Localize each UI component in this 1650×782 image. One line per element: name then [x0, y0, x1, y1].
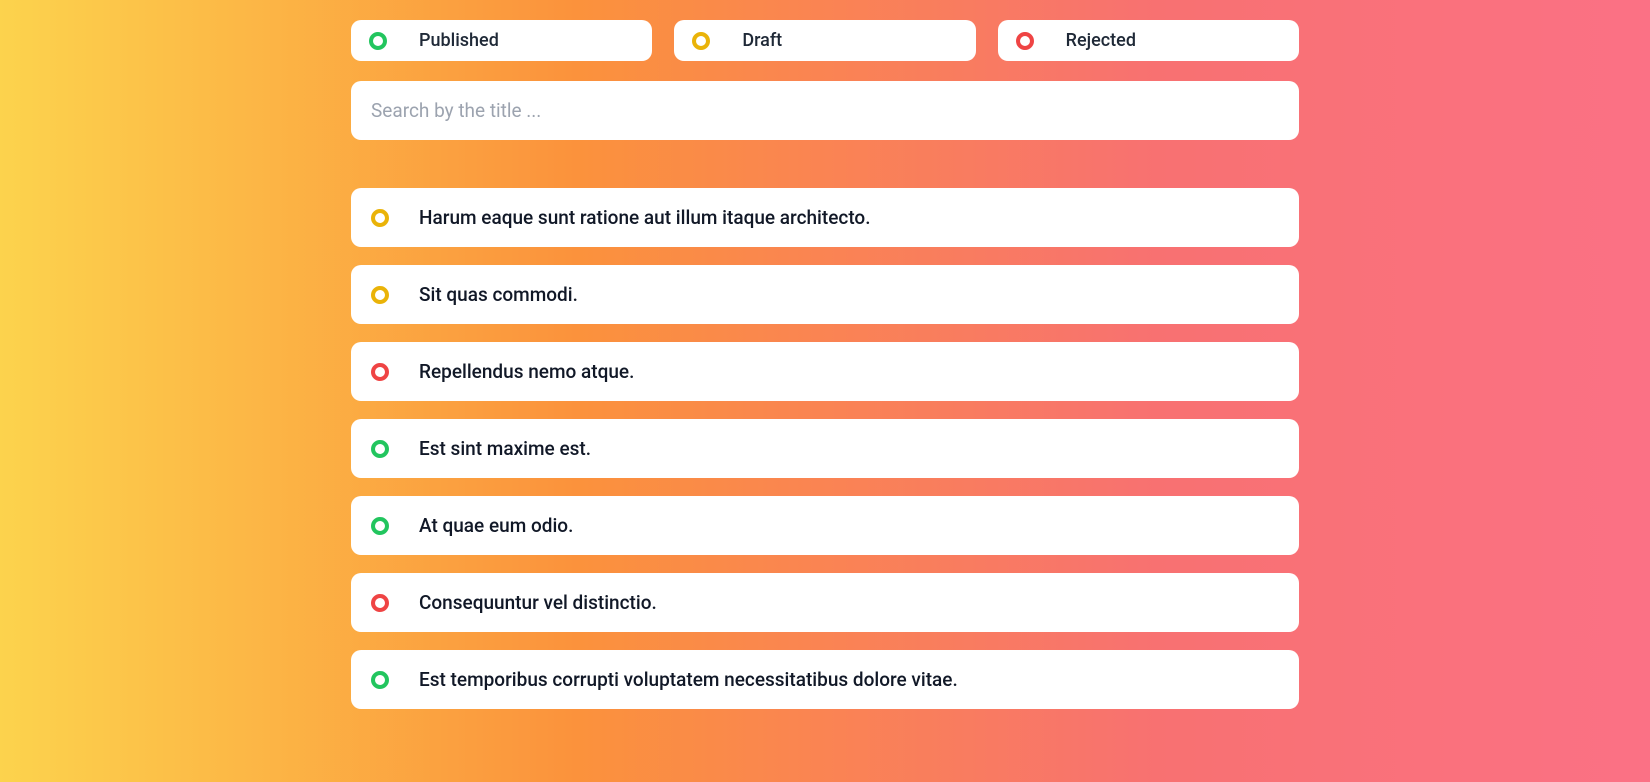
list-item[interactable]: Harum eaque sunt ratione aut illum itaqu…	[351, 188, 1299, 247]
list-item-title: Est sint maxime est.	[419, 437, 591, 460]
list-item-title: Repellendus nemo atque.	[419, 360, 634, 383]
list-item[interactable]: At quae eum odio.	[351, 496, 1299, 555]
status-circle-icon	[371, 363, 389, 381]
list-item[interactable]: Consequuntur vel distinctio.	[351, 573, 1299, 632]
search-container	[351, 81, 1299, 140]
filter-label: Published	[419, 30, 499, 51]
status-circle-icon	[371, 671, 389, 689]
status-circle-icon	[371, 517, 389, 535]
list-item-title: Est temporibus corrupti voluptatem neces…	[419, 668, 958, 691]
status-circle-icon	[1016, 32, 1034, 50]
status-circle-icon	[371, 440, 389, 458]
items-list: Harum eaque sunt ratione aut illum itaqu…	[351, 188, 1299, 709]
status-circle-icon	[371, 209, 389, 227]
status-circle-icon	[692, 32, 710, 50]
filter-draft[interactable]: Draft	[674, 20, 975, 61]
status-circle-icon	[371, 286, 389, 304]
filter-label: Draft	[742, 30, 782, 51]
list-item[interactable]: Repellendus nemo atque.	[351, 342, 1299, 401]
list-item-title: At quae eum odio.	[419, 514, 573, 537]
status-circle-icon	[369, 32, 387, 50]
list-item-title: Consequuntur vel distinctio.	[419, 591, 657, 614]
list-item[interactable]: Sit quas commodi.	[351, 265, 1299, 324]
list-item[interactable]: Est sint maxime est.	[351, 419, 1299, 478]
filter-published[interactable]: Published	[351, 20, 652, 61]
status-filters: Published Draft Rejected	[351, 20, 1299, 61]
filter-rejected[interactable]: Rejected	[998, 20, 1299, 61]
list-item-title: Sit quas commodi.	[419, 283, 578, 306]
list-item[interactable]: Est temporibus corrupti voluptatem neces…	[351, 650, 1299, 709]
search-input[interactable]	[371, 99, 1279, 122]
filter-label: Rejected	[1066, 30, 1136, 51]
status-circle-icon	[371, 594, 389, 612]
list-item-title: Harum eaque sunt ratione aut illum itaqu…	[419, 206, 870, 229]
